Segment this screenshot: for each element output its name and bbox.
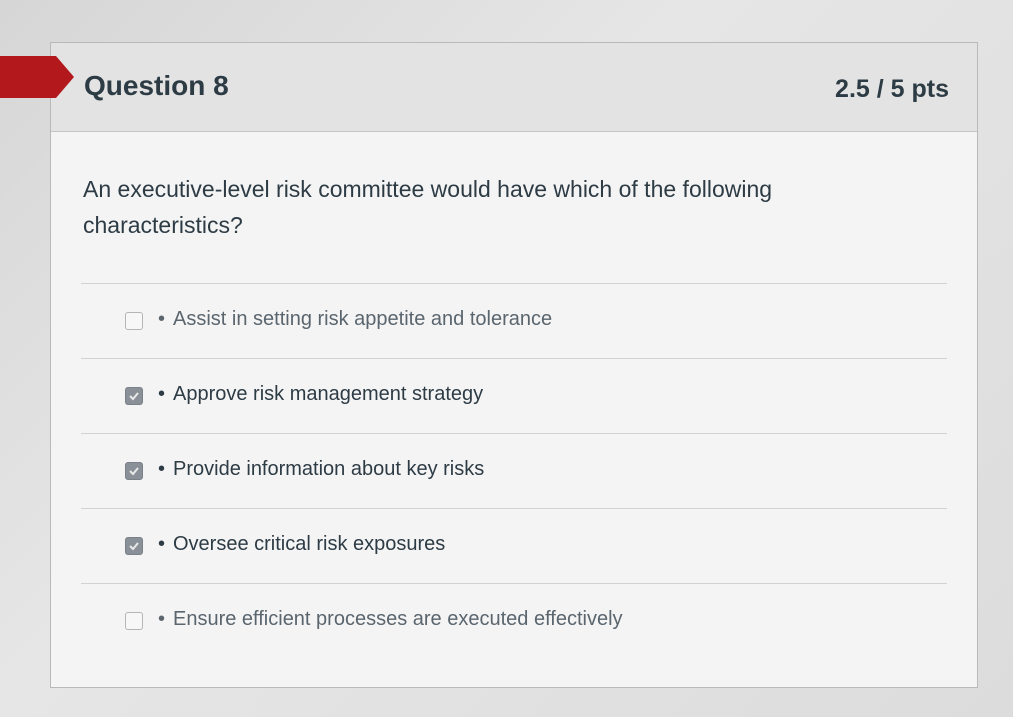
answer-option[interactable]: • Oversee critical risk exposures: [81, 508, 947, 583]
checkbox-unchecked-icon[interactable]: [125, 312, 143, 330]
checkbox-checked-icon[interactable]: [125, 462, 143, 480]
answer-option[interactable]: • Assist in setting risk appetite and to…: [81, 283, 947, 358]
incorrect-flag-icon: [0, 56, 74, 98]
answer-option[interactable]: • Provide information about key risks: [81, 433, 947, 508]
question-title: Question 8: [84, 70, 229, 101]
answer-label: Provide information about key risks: [173, 458, 485, 480]
bullet: •: [158, 608, 166, 630]
answer-option[interactable]: • Ensure efficient processes are execute…: [81, 583, 947, 658]
question-card: Question 8 2.5 / 5 pts An executive-leve…: [50, 42, 978, 688]
answer-label: Assist in setting risk appetite and tole…: [173, 308, 553, 330]
checkbox-unchecked-icon[interactable]: [125, 612, 143, 630]
checkbox-checked-icon[interactable]: [125, 537, 143, 555]
answer-option[interactable]: • Approve risk management strategy: [81, 358, 947, 433]
answer-list: • Assist in setting risk appetite and to…: [81, 283, 947, 658]
answer-label: Approve risk management strategy: [173, 383, 484, 405]
answer-label: Ensure efficient processes are executed …: [173, 608, 623, 630]
answer-label: Oversee critical risk exposures: [173, 533, 446, 555]
checkbox-checked-icon[interactable]: [125, 387, 143, 405]
question-points: 2.5 / 5 pts: [835, 75, 949, 103]
question-header: Question 8 2.5 / 5 pts: [51, 43, 977, 132]
bullet: •: [158, 383, 166, 405]
question-text: An executive-level risk committee would …: [83, 176, 773, 238]
bullet: •: [158, 533, 166, 555]
bullet: •: [158, 458, 166, 480]
bullet: •: [158, 308, 166, 330]
